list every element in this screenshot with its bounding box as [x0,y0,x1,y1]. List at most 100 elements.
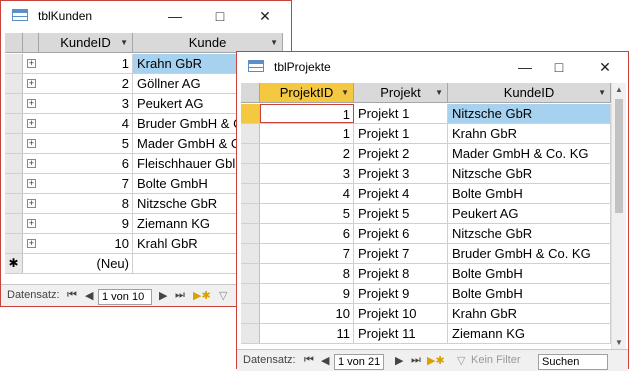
first-record-icon[interactable]: ⏮ [67,289,77,302]
kundeid-cell[interactable]: 1 [39,54,133,73]
expand-plus-icon[interactable]: + [27,99,36,108]
record-selector[interactable] [241,264,260,283]
prev-record-icon[interactable]: ◀ [321,354,329,367]
projekt-cell[interactable]: Projekt 4 [354,184,448,203]
table-row[interactable]: 11 Projekt 11 Ziemann KG [241,324,611,344]
minimize-icon[interactable]: — [161,5,189,27]
projekt-cell[interactable]: Projekt 9 [354,284,448,303]
last-record-icon[interactable]: ⏭ [175,289,185,302]
column-header-kundeid[interactable]: KundeID ▼ [448,83,611,103]
record-selector[interactable] [5,214,23,233]
table-row[interactable]: 6 Projekt 6 Nitzsche GbR [241,224,611,244]
record-selector[interactable] [5,174,23,193]
filter-status[interactable]: Kein Filter [471,354,521,366]
projektid-cell[interactable]: 1 [260,104,354,123]
projektid-cell[interactable]: 4 [260,184,354,203]
kundeid-cell[interactable]: Bruder GmbH & Co. KG [448,244,611,263]
projektid-cell[interactable]: 9 [260,284,354,303]
record-selector[interactable] [5,54,23,73]
record-selector[interactable] [241,104,260,123]
table-row[interactable]: 7 Projekt 7 Bruder GmbH & Co. KG [241,244,611,264]
kundeid-cell[interactable]: Ziemann KG [448,324,611,343]
record-selector[interactable] [241,244,260,263]
expand-plus-icon[interactable]: + [27,159,36,168]
kundeid-cell[interactable]: 2 [39,74,133,93]
projektid-cell[interactable]: 5 [260,204,354,223]
kundeid-cell[interactable]: 6 [39,154,133,173]
record-selector[interactable] [241,224,260,243]
kundeid-cell[interactable]: Bolte GmbH [448,284,611,303]
kundeid-cell[interactable]: Krahn GbR [448,124,611,143]
projektid-cell[interactable]: 10 [260,304,354,323]
prev-record-icon[interactable]: ◀ [85,289,93,302]
scroll-down-icon[interactable]: ▼ [615,338,623,347]
record-selector[interactable] [241,284,260,303]
select-all-corner[interactable] [5,33,23,53]
table-row[interactable]: 3 Projekt 3 Nitzsche GbR [241,164,611,184]
sort-arrow-icon[interactable]: ▼ [435,83,443,103]
table-row[interactable]: 10 Projekt 10 Krahn GbR [241,304,611,324]
filter-icon[interactable]: ▽ [457,354,465,367]
expand-plus-icon[interactable]: + [27,239,36,248]
maximize-icon[interactable]: □ [206,5,234,27]
projektid-cell[interactable]: 1 [260,124,354,143]
projekt-cell[interactable]: Projekt 5 [354,204,448,223]
projektid-cell[interactable]: 3 [260,164,354,183]
table-row[interactable]: 2 Projekt 2 Mader GmbH & Co. KG [241,144,611,164]
projekt-cell[interactable]: Projekt 3 [354,164,448,183]
table-row[interactable]: 9 Projekt 9 Bolte GmbH [241,284,611,304]
expand-plus-icon[interactable]: + [27,119,36,128]
kundeid-cell[interactable]: Bolte GmbH [448,264,611,283]
record-position-field[interactable]: 1 von 10 [98,289,152,305]
select-all-corner[interactable] [241,83,260,103]
kundeid-cell[interactable]: 10 [39,234,133,253]
first-record-icon[interactable]: ⏮ [304,354,314,367]
minimize-icon[interactable]: — [511,56,539,78]
record-selector[interactable] [241,144,260,163]
projektid-cell[interactable]: 2 [260,144,354,163]
expand-plus-icon[interactable]: + [27,219,36,228]
close-icon[interactable]: ✕ [251,5,279,27]
column-header-projektid[interactable]: ProjektID ▼ [260,83,354,103]
expand-plus-icon[interactable]: + [27,179,36,188]
sort-arrow-icon[interactable]: ▼ [120,33,128,53]
expand-plus-icon[interactable]: + [27,59,36,68]
projektid-cell[interactable]: 11 [260,324,354,343]
title-bar[interactable]: tblProjekte — □ ✕ [237,52,628,82]
record-selector[interactable] [241,184,260,203]
record-selector[interactable] [241,204,260,223]
expand-plus-icon[interactable]: + [27,199,36,208]
record-selector[interactable] [5,114,23,133]
table-row[interactable]: 8 Projekt 8 Bolte GmbH [241,264,611,284]
new-record-id[interactable]: (Neu) [39,254,133,273]
column-header-kundeid[interactable]: KundeID ▼ [39,33,133,53]
sort-arrow-icon[interactable]: ▼ [270,33,278,53]
record-selector[interactable] [5,234,23,253]
kundeid-cell[interactable]: 9 [39,214,133,233]
search-field[interactable]: Suchen [538,354,608,370]
projekt-cell[interactable]: Projekt 8 [354,264,448,283]
record-selector[interactable] [5,134,23,153]
projekt-cell[interactable]: Projekt 6 [354,224,448,243]
expand-plus-icon[interactable]: + [27,79,36,88]
table-row[interactable]: 4 Projekt 4 Bolte GmbH [241,184,611,204]
kundeid-cell[interactable]: Peukert AG [448,204,611,223]
record-selector[interactable]: ✱ [5,254,23,273]
kundeid-cell[interactable]: 5 [39,134,133,153]
last-record-icon[interactable]: ⏭ [411,354,421,367]
record-selector[interactable] [5,154,23,173]
projekt-cell[interactable]: Projekt 1 [354,104,448,123]
record-selector[interactable] [5,194,23,213]
projekt-cell[interactable]: Projekt 1 [354,124,448,143]
kundeid-cell[interactable]: Nitzsche GbR [448,164,611,183]
kundeid-cell[interactable]: Krahn GbR [448,304,611,323]
projekt-cell[interactable]: Projekt 7 [354,244,448,263]
record-selector[interactable] [241,124,260,143]
expand-plus-icon[interactable]: + [27,139,36,148]
title-bar[interactable]: tblKunden — □ ✕ [1,1,291,31]
record-selector[interactable] [5,74,23,93]
next-record-icon[interactable]: ▶ [159,289,167,302]
projekt-cell[interactable]: Projekt 10 [354,304,448,323]
projektid-cell[interactable]: 8 [260,264,354,283]
new-record-icon[interactable]: ▶✱ [427,354,445,367]
